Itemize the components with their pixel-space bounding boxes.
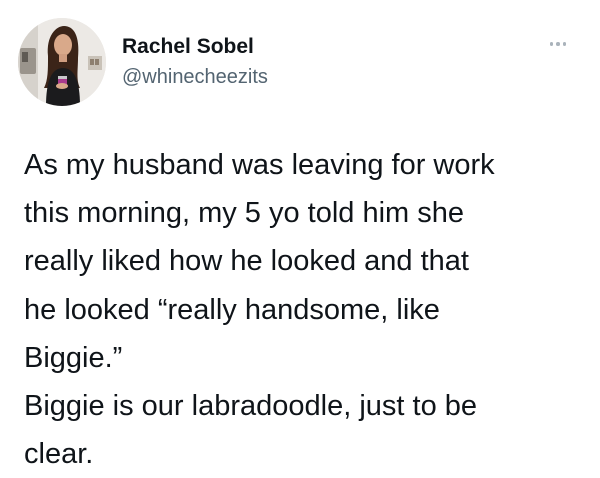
tweet-text-line: Biggie is our labradoodle, just to be bbox=[24, 390, 478, 423]
tweet-text: As my husband was leaving for work this … bbox=[24, 141, 584, 478]
author-handle[interactable]: @whinecheezits bbox=[122, 65, 268, 89]
tweet-text-line: Biggie.” bbox=[24, 341, 123, 374]
profile-photo-icon bbox=[18, 18, 106, 106]
tweet-text-line: clear. bbox=[24, 438, 94, 471]
tweet-text-line: this morning, my 5 yo told him she bbox=[24, 197, 465, 230]
more-options-button[interactable] bbox=[545, 36, 571, 52]
tweet-text-line: As my husband was leaving for work bbox=[24, 149, 495, 181]
author-avatar[interactable] bbox=[18, 18, 106, 106]
tweet-text-line: he looked “really handsome, like bbox=[24, 293, 440, 326]
author-display-name[interactable]: Rachel Sobel bbox=[122, 34, 254, 60]
more-options-icon bbox=[556, 42, 560, 46]
more-options-icon bbox=[549, 42, 554, 46]
tweet-text-line: really liked how he looked and that bbox=[24, 245, 469, 278]
more-options-icon bbox=[562, 42, 567, 46]
tweet-card: Rachel Sobel @whinecheezits As my husban… bbox=[0, 0, 600, 470]
